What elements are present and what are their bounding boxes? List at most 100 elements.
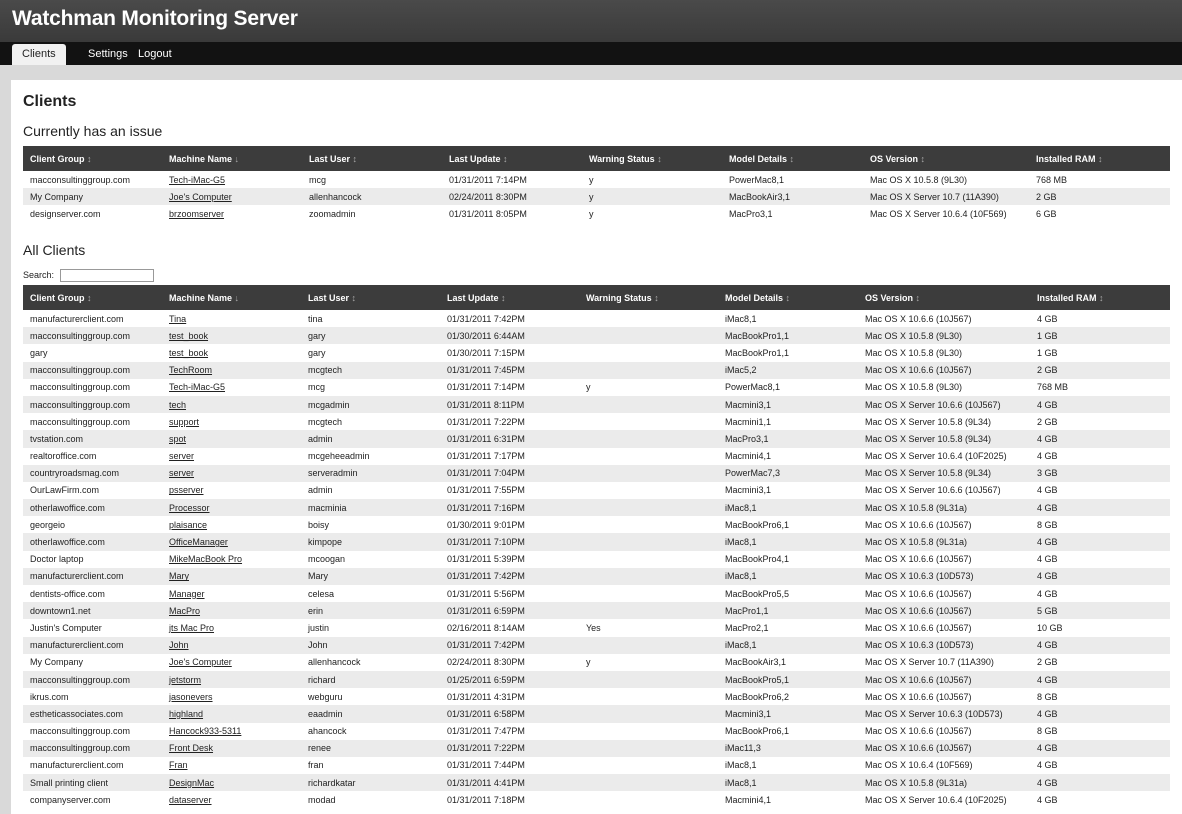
machine-name-link[interactable]: tech bbox=[169, 400, 186, 410]
issue-table-row[interactable]: designserver.com brzoomserver zoomadmin 01/… bbox=[23, 205, 1170, 222]
client-table-row[interactable]: macconsultinggroup.com tech mcgadmin 01/31/… bbox=[23, 395, 1170, 414]
machine-name-link[interactable]: DesignMac bbox=[169, 778, 214, 788]
client-table-row[interactable]: gary test_book gary 01/30/2011 7:15PM MacBoo… bbox=[23, 344, 1170, 361]
column-header-installed-ram[interactable]: Installed RAM ↕ bbox=[1029, 146, 1170, 171]
client-table-row[interactable]: manufacturerclient.com Tina tina 01/31/2011… bbox=[23, 310, 1170, 327]
machine-name-link[interactable]: TechRoom bbox=[169, 365, 212, 375]
client-table-row[interactable]: estheticassociates.com highland eaadmin 01/… bbox=[23, 705, 1170, 723]
client-table-row[interactable]: dentists-office.com Manager celesa 01/31/20… bbox=[23, 585, 1170, 602]
machine-name-link[interactable]: Joe's Computer bbox=[169, 192, 232, 202]
tab-logout[interactable]: Logout bbox=[138, 44, 172, 65]
column-header-client-group[interactable]: Client Group ↕ bbox=[23, 285, 162, 310]
client-table-row[interactable]: realtoroffice.com server mcgeheeadmin 01/31… bbox=[23, 448, 1170, 465]
machine-name-link[interactable]: support bbox=[169, 417, 199, 427]
table-cell: 8 GB bbox=[1037, 519, 1058, 530]
client-table-row[interactable]: Small printing client DesignMac richardkat… bbox=[23, 774, 1170, 792]
machine-name-link[interactable]: Tech-iMac-G5 bbox=[169, 175, 225, 185]
column-header-warning-status[interactable]: Warning Status ↕ bbox=[579, 285, 718, 310]
table-cell: otherlawoffice.com bbox=[23, 533, 162, 551]
machine-name-link[interactable]: spot bbox=[169, 434, 186, 444]
table-cell: macconsultinggroup.com bbox=[23, 395, 162, 414]
machine-name-link[interactable]: Mary bbox=[169, 571, 189, 581]
column-header-label: Warning Status bbox=[586, 292, 652, 303]
column-header-machine-name[interactable]: Machine Name ↓ bbox=[162, 285, 301, 310]
machine-name-link[interactable]: dataserver bbox=[169, 795, 212, 805]
column-header-client-group[interactable]: Client Group ↕ bbox=[23, 146, 162, 171]
column-header-os-version[interactable]: OS Version ↕ bbox=[858, 285, 1030, 310]
tab-clients[interactable]: Clients bbox=[12, 44, 66, 65]
column-header-last-user[interactable]: Last User ↕ bbox=[301, 285, 440, 310]
machine-name-link[interactable]: brzoomserver bbox=[169, 209, 224, 219]
table-cell bbox=[579, 551, 718, 568]
client-table-row[interactable]: manufacturerclient.com John John 01/31/2011… bbox=[23, 636, 1170, 654]
client-table-row[interactable]: OurLawFirm.com psserver admin 01/31/2011 7:… bbox=[23, 482, 1170, 499]
client-table-row[interactable]: Doctor laptop MikeMacBook Pro mcoogan 01/31… bbox=[23, 551, 1170, 568]
client-table-row[interactable]: otherlawoffice.com Processor macminia 01/31… bbox=[23, 499, 1170, 517]
machine-name-link[interactable]: test_book bbox=[169, 348, 208, 358]
machine-name-link[interactable]: jasonevers bbox=[169, 692, 213, 702]
client-table-row[interactable]: manufacturerclient.com Mary Mary 01/31/2011… bbox=[23, 567, 1170, 585]
machine-name-link[interactable]: OfficeManager bbox=[169, 537, 228, 547]
machine-name-link[interactable]: Joe's Computer bbox=[169, 657, 232, 667]
machine-name-link[interactable]: Tina bbox=[169, 314, 186, 324]
client-table-row[interactable]: otherlawoffice.com OfficeManager kimpope 01… bbox=[23, 533, 1170, 551]
machine-name-link[interactable]: highland bbox=[169, 709, 203, 719]
table-cell: MacPro1,1 bbox=[718, 602, 858, 620]
issue-table-row[interactable]: My Company Joe's Computer allenhancock 02/2… bbox=[23, 188, 1170, 206]
client-table-row[interactable]: ikrus.com jasonevers webguru 01/31/2011 4:3… bbox=[23, 688, 1170, 705]
client-table-row[interactable]: macconsultinggroup.com Front Desk renee 01/… bbox=[23, 739, 1170, 757]
client-table-row[interactable]: manufacturerclient.com Fran fran 01/31/2011… bbox=[23, 757, 1170, 774]
column-header-model-details[interactable]: Model Details ↕ bbox=[722, 146, 863, 171]
client-table-row[interactable]: macconsultinggroup.com support mcgtech 01/3… bbox=[23, 413, 1170, 430]
table-cell bbox=[579, 791, 718, 808]
table-cell: zoomadmin bbox=[309, 208, 356, 219]
machine-name-link[interactable]: test_book bbox=[169, 331, 208, 341]
machine-name-link[interactable]: Hancock933-5311 bbox=[169, 726, 241, 736]
client-table-row[interactable]: tvstation.com spot admin 01/31/2011 6:31PM M… bbox=[23, 430, 1170, 448]
machine-name-link[interactable]: Manager bbox=[169, 589, 205, 599]
column-header-model-details[interactable]: Model Details ↕ bbox=[718, 285, 858, 310]
client-table-row[interactable]: macconsultinggroup.com Tech-iMac-G5 mcg 01/… bbox=[23, 379, 1170, 396]
client-table-row[interactable]: companyserver.com dataserver modad 01/31/20… bbox=[23, 791, 1170, 808]
machine-name-link[interactable]: John bbox=[169, 640, 189, 650]
column-header-last-update[interactable]: Last Update ↕ bbox=[440, 285, 579, 310]
table-cell: MacPro3,1 bbox=[729, 208, 773, 219]
machine-name-cell: Joe's Computer bbox=[162, 188, 302, 206]
machine-name-link[interactable]: Fran bbox=[169, 760, 188, 770]
client-table-row[interactable]: countryroadsmag.com server serveradmin 01/3… bbox=[23, 464, 1170, 482]
table-cell: iMac8,1 bbox=[718, 774, 858, 792]
issue-table-row[interactable]: macconsultinggroup.com Tech-iMac-G5 mcg 01/… bbox=[23, 171, 1170, 188]
table-cell: John bbox=[301, 636, 440, 654]
machine-name-link[interactable]: plaisance bbox=[169, 520, 207, 530]
column-header-last-user[interactable]: Last User ↕ bbox=[302, 146, 442, 171]
column-header-os-version[interactable]: OS Version ↕ bbox=[863, 146, 1029, 171]
machine-name-link[interactable]: server bbox=[169, 468, 194, 478]
client-table-row[interactable]: macconsultinggroup.com jetstorm richard 01/… bbox=[23, 670, 1170, 689]
client-table-row[interactable]: My Company Joe's Computer allenhancock 02/2… bbox=[23, 654, 1170, 671]
column-header-installed-ram[interactable]: Installed RAM ↕ bbox=[1030, 285, 1170, 310]
table-cell: 02/24/2011 8:30PM bbox=[442, 188, 582, 206]
client-table-row[interactable]: macconsultinggroup.com TechRoom mcgtech 01/… bbox=[23, 361, 1170, 379]
client-table-row[interactable]: georgeio plaisance boisy 01/30/2011 9:01PM M… bbox=[23, 516, 1170, 533]
column-header-last-update[interactable]: Last Update ↕ bbox=[442, 146, 582, 171]
column-header-warning-status[interactable]: Warning Status ↕ bbox=[582, 146, 722, 171]
machine-name-link[interactable]: jetstorm bbox=[169, 675, 201, 685]
machine-name-link[interactable]: Tech-iMac-G5 bbox=[169, 382, 225, 392]
machine-name-link[interactable]: MikeMacBook Pro bbox=[169, 554, 242, 564]
table-cell: Mac OS X 10.6.4 (10F569) bbox=[865, 760, 973, 771]
machine-name-link[interactable]: psserver bbox=[169, 485, 204, 495]
machine-name-link[interactable]: server bbox=[169, 451, 194, 461]
machine-name-link[interactable]: Front Desk bbox=[169, 743, 213, 753]
search-input[interactable] bbox=[60, 269, 154, 282]
machine-name-link[interactable]: jts Mac Pro bbox=[169, 623, 214, 633]
client-table-row[interactable]: macconsultinggroup.com Hancock933-5311 aha… bbox=[23, 723, 1170, 740]
client-table-row[interactable]: downtown1.net MacPro erin 01/31/2011 6:59PM… bbox=[23, 602, 1170, 620]
machine-name-link[interactable]: MacPro bbox=[169, 606, 200, 616]
table-cell: Mac OS X Server 10.6.6 (10J567) bbox=[865, 485, 1001, 496]
client-table-row[interactable]: Justin's Computer jts Mac Pro justin 02/16/… bbox=[23, 619, 1170, 636]
table-cell: serveradmin bbox=[301, 464, 440, 482]
machine-name-link[interactable]: Processor bbox=[169, 503, 210, 513]
client-table-row[interactable]: macconsultinggroup.com test_book gary 01/30… bbox=[23, 327, 1170, 345]
column-header-machine-name[interactable]: Machine Name ↓ bbox=[162, 146, 302, 171]
tab-settings[interactable]: Settings bbox=[88, 44, 128, 65]
